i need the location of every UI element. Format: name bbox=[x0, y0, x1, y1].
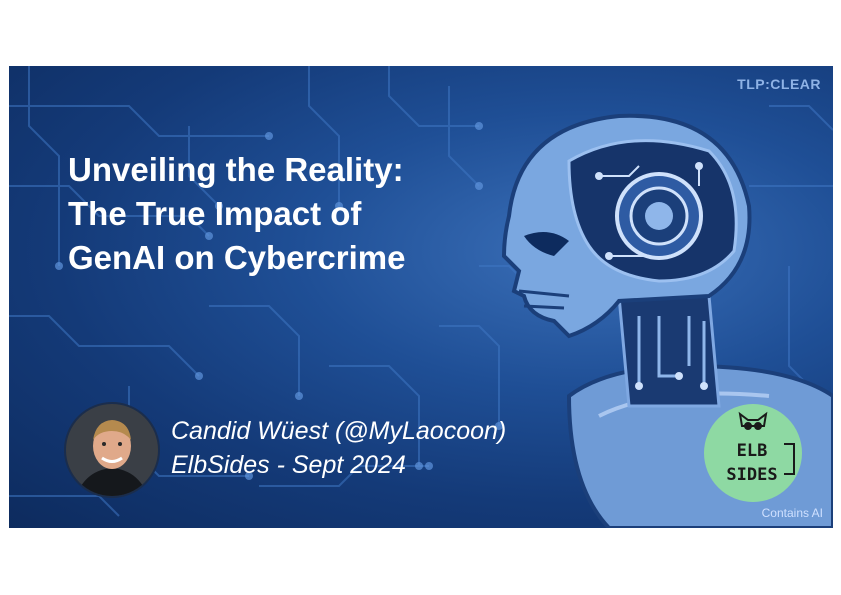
tlp-classification-label: TLP:CLEAR bbox=[737, 76, 821, 92]
contains-ai-note: Contains AI bbox=[761, 506, 823, 520]
title-line-2: The True Impact of bbox=[68, 195, 362, 232]
event-name: ElbSides - Sept 2024 bbox=[171, 451, 406, 479]
title-line-1: Unveiling the Reality: bbox=[68, 151, 404, 188]
speaker-avatar bbox=[64, 402, 160, 498]
speaker-name: Candid Wüest (@MyLaocoon) bbox=[171, 417, 507, 445]
elbsides-logo-icon: ELB SIDES bbox=[726, 411, 795, 485]
badge-text-top: ELB bbox=[737, 441, 768, 461]
slide-title: Unveiling the Reality: The True Impact o… bbox=[68, 148, 508, 280]
title-line-3: GenAI on Cybercrime bbox=[68, 239, 406, 276]
speaker-portrait-icon bbox=[66, 404, 158, 496]
presentation-slide: TLP:CLEAR Unveiling the Reality: The Tru… bbox=[9, 66, 833, 528]
badge-text-bottom: SIDES bbox=[726, 465, 777, 485]
speaker-info: Candid Wüest (@MyLaocoon) ElbSides - Sep… bbox=[171, 414, 506, 482]
elbsides-logo: ELB SIDES bbox=[704, 404, 802, 502]
